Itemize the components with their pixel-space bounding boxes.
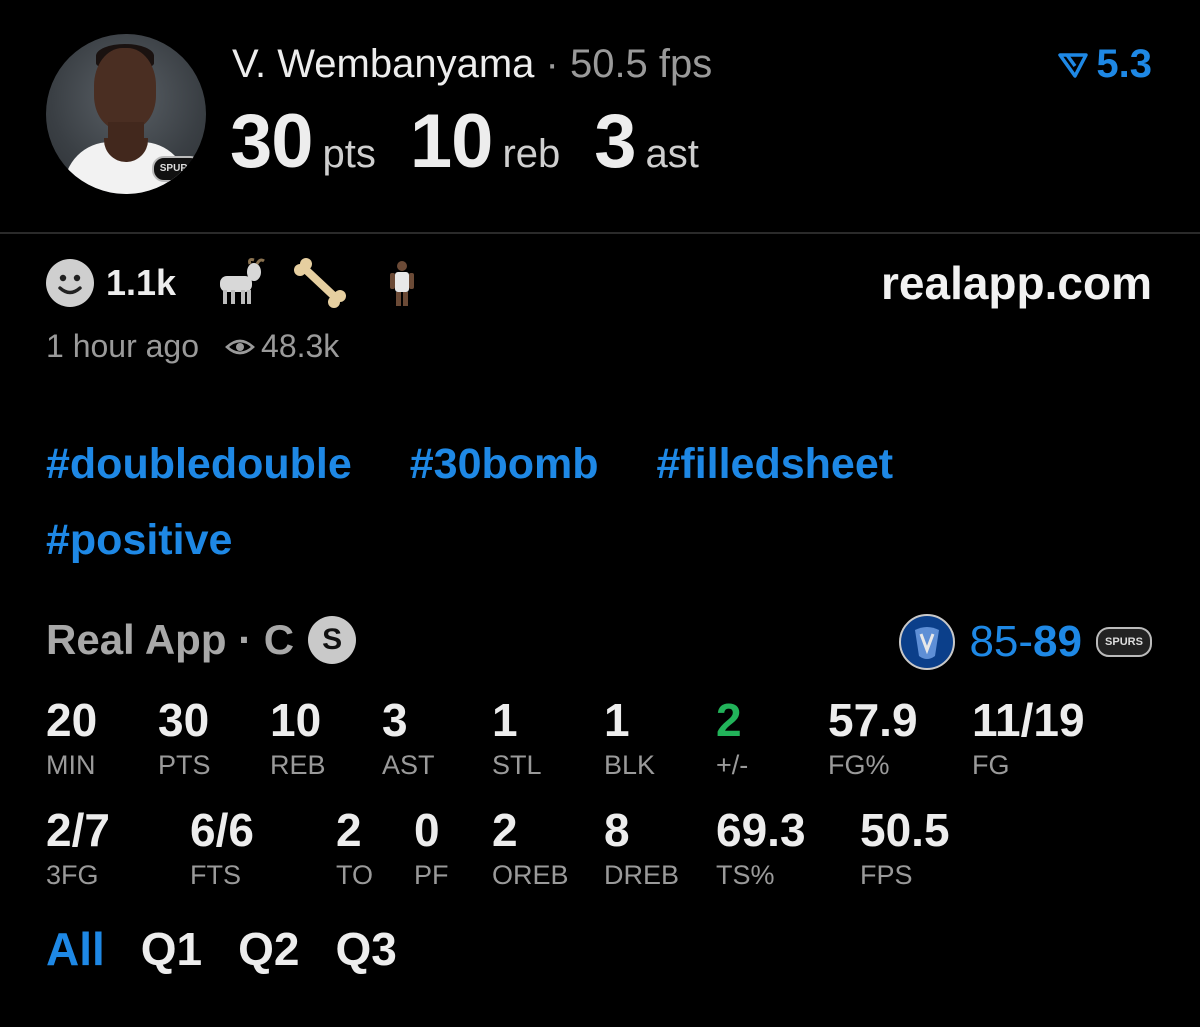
stat-label: FG bbox=[972, 750, 1010, 780]
stat-label: 3FG bbox=[46, 860, 99, 890]
stat-ts-pct: 69.3 TS% bbox=[716, 804, 806, 890]
headline-ast-value: 3 bbox=[594, 99, 636, 184]
headline-ast-unit: ast bbox=[645, 132, 699, 176]
headline-reb-unit: reb bbox=[502, 132, 561, 176]
stat-label: FTS bbox=[190, 860, 241, 890]
goat-icon[interactable] bbox=[210, 258, 266, 308]
headline-reb-value: 10 bbox=[409, 99, 494, 184]
stat-label: PTS bbox=[158, 750, 211, 780]
stat-to: 2 TO bbox=[336, 804, 373, 890]
stat-dreb: 8 DREB bbox=[604, 804, 679, 890]
hashtag[interactable]: #positive bbox=[46, 502, 232, 578]
stat-label: TO bbox=[336, 860, 374, 890]
stat-value: 2 bbox=[492, 804, 518, 856]
stat-min: 20 MIN bbox=[46, 694, 97, 780]
rating-icon bbox=[1058, 52, 1089, 78]
hashtag[interactable]: #doubledouble bbox=[46, 426, 352, 502]
site-link[interactable]: realapp.com bbox=[881, 256, 1152, 310]
smiley-icon[interactable] bbox=[46, 259, 94, 307]
game-score[interactable]: 85-89 SPURS bbox=[899, 614, 1152, 670]
headline-statline: 30 pts 10 reb 3 ast bbox=[230, 98, 733, 185]
stat-value: 3 bbox=[382, 694, 408, 746]
stat-value: 1 bbox=[604, 694, 630, 746]
player-name[interactable]: V. Wembanyama bbox=[232, 42, 534, 86]
header-divider bbox=[0, 232, 1200, 234]
rating-value: 5.3 bbox=[1096, 42, 1152, 86]
stat-label: AST bbox=[382, 750, 435, 780]
tab-q1[interactable]: Q1 bbox=[141, 922, 202, 976]
stat-value: 11/19 bbox=[972, 694, 1085, 746]
player-avatar[interactable]: SPURS bbox=[46, 34, 206, 194]
headline-pts-unit: pts bbox=[322, 132, 376, 176]
stat-plus-minus: 2 +/- bbox=[716, 694, 748, 780]
stat-label: DREB bbox=[604, 860, 680, 890]
stat-label: TS% bbox=[716, 860, 775, 890]
bone-icon[interactable] bbox=[292, 258, 348, 308]
spurs-logo: SPURS bbox=[1096, 627, 1152, 657]
stat-label: PF bbox=[414, 860, 449, 890]
eye-icon bbox=[225, 339, 255, 354]
score-home: 89 bbox=[1033, 617, 1082, 666]
player-fps: · 50.5 fps bbox=[545, 42, 713, 86]
stat-value: 2 bbox=[716, 694, 742, 746]
mavericks-logo bbox=[899, 614, 956, 670]
stat-label: FG% bbox=[828, 750, 890, 780]
source-label: Real App · C bbox=[46, 616, 295, 663]
player-rating[interactable]: 5.3 bbox=[1058, 42, 1152, 87]
stat-oreb: 2 OREB bbox=[492, 804, 569, 890]
tab-q3[interactable]: Q3 bbox=[336, 922, 397, 976]
stat-label: MIN bbox=[46, 750, 96, 780]
tab-all[interactable]: All bbox=[46, 922, 105, 976]
stat-label: REB bbox=[270, 750, 326, 780]
stat-3fg: 2/7 3FG bbox=[46, 804, 110, 890]
stat-value: 57.9 bbox=[828, 694, 918, 746]
player-icon[interactable] bbox=[374, 258, 430, 308]
avatar-head bbox=[94, 48, 156, 130]
stat-value: 2/7 bbox=[46, 804, 110, 856]
stats-source: Real App · C S bbox=[46, 616, 357, 664]
view-count: 48.3k bbox=[261, 328, 340, 364]
stat-fts: 6/6 FTS bbox=[190, 804, 254, 890]
hashtag[interactable]: #filledsheet bbox=[656, 426, 893, 502]
stat-value: 8 bbox=[604, 804, 630, 856]
stat-value: 30 bbox=[158, 694, 210, 746]
stat-value: 50.5 bbox=[860, 804, 950, 856]
spurs-logo: SPURS bbox=[152, 156, 202, 182]
stat-value: 69.3 bbox=[716, 804, 806, 856]
stat-reb: 10 REB bbox=[270, 694, 326, 780]
quarter-tabs: All Q1 Q2 Q3 bbox=[46, 922, 433, 976]
stat-fg: 11/19 FG bbox=[972, 694, 1085, 780]
starter-badge: S bbox=[308, 616, 357, 664]
stat-stl: 1 STL bbox=[492, 694, 542, 780]
score-away: 85 bbox=[969, 617, 1019, 666]
time-ago: 1 hour ago bbox=[46, 328, 200, 364]
stat-pf: 0 PF bbox=[414, 804, 449, 890]
hashtag[interactable]: #30bomb bbox=[410, 426, 599, 502]
stat-pts: 30 PTS bbox=[158, 694, 211, 780]
stat-label: FPS bbox=[860, 860, 913, 890]
stat-label: +/- bbox=[716, 750, 749, 780]
stat-label: BLK bbox=[604, 750, 656, 780]
hashtags: #doubledouble #30bomb #filledsheet #posi… bbox=[46, 426, 1156, 578]
stat-ast: 3 AST bbox=[382, 694, 435, 780]
tab-q2[interactable]: Q2 bbox=[238, 922, 299, 976]
stat-value: 2 bbox=[336, 804, 362, 856]
stat-value: 0 bbox=[414, 804, 440, 856]
stat-value: 6/6 bbox=[190, 804, 254, 856]
stat-value: 10 bbox=[270, 694, 322, 746]
headline-pts-value: 30 bbox=[230, 99, 314, 184]
stat-label: OREB bbox=[492, 860, 569, 890]
stat-blk: 1 BLK bbox=[604, 694, 655, 780]
post-meta: 1 hour ago 48.3k bbox=[46, 328, 339, 365]
score-separator: - bbox=[1018, 617, 1034, 666]
stat-fg-pct: 57.9 FG% bbox=[828, 694, 918, 780]
stat-value: 20 bbox=[46, 694, 98, 746]
reactions-row: 1.1k bbox=[46, 258, 456, 308]
reaction-count: 1.1k bbox=[106, 262, 177, 303]
stat-value: 1 bbox=[492, 694, 518, 746]
player-name-line[interactable]: V. Wembanyama · 50.5 fps bbox=[232, 42, 712, 87]
stat-fps: 50.5 FPS bbox=[860, 804, 950, 890]
stat-label: STL bbox=[492, 750, 542, 780]
